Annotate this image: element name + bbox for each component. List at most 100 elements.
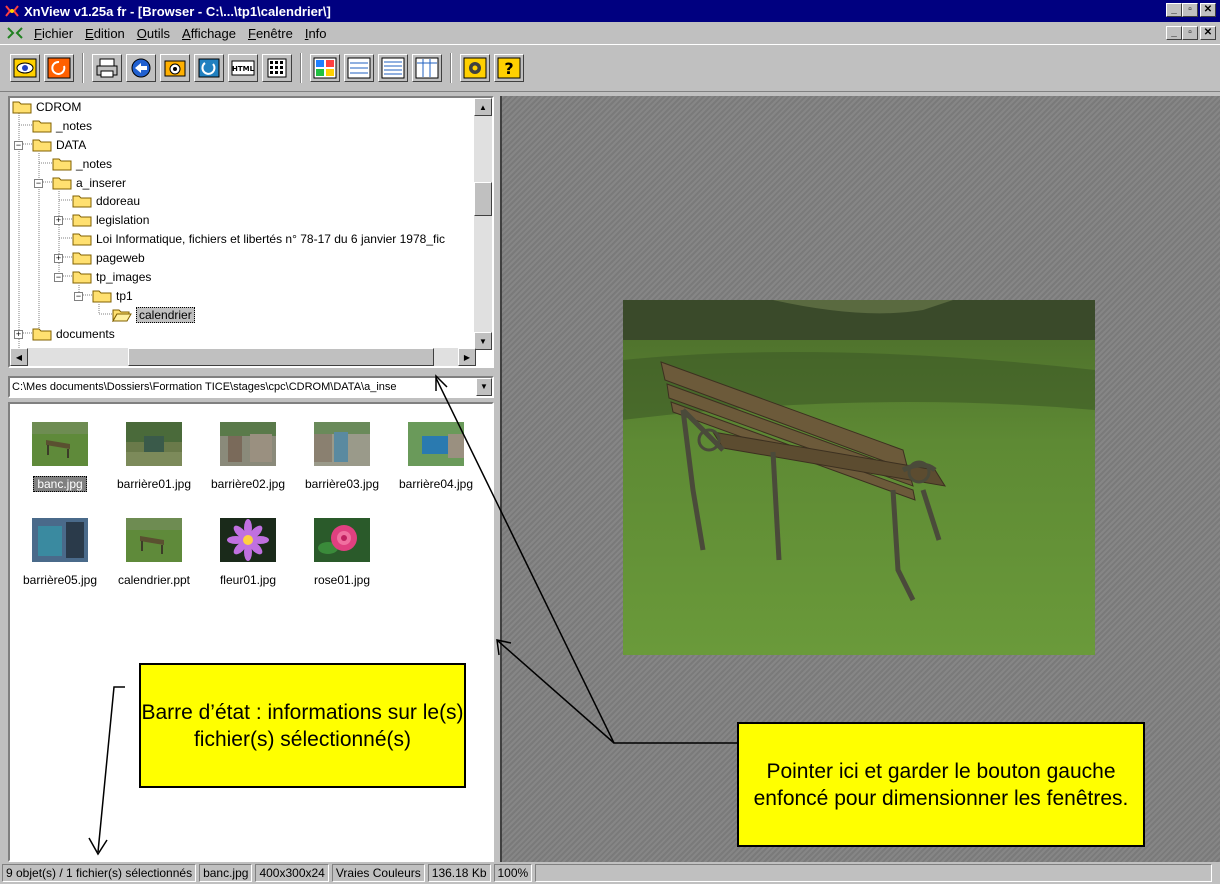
doc-minimize-button[interactable]: _ xyxy=(1166,26,1182,40)
file-name: fleur01.jpg xyxy=(219,573,277,587)
folder-icon xyxy=(32,120,52,133)
scroll-thumb[interactable] xyxy=(128,348,434,366)
folder-tree[interactable]: CDROM _notes − DATA _notes − a_inserer d… xyxy=(8,96,494,368)
convert-icon xyxy=(131,58,151,78)
contact-sheet-icon xyxy=(267,58,287,78)
expand-toggle[interactable]: + xyxy=(14,329,23,339)
scroll-left-button[interactable]: ◀ xyxy=(10,348,28,366)
collapse-toggle[interactable]: − xyxy=(54,272,63,282)
tree-item-data[interactable]: − DATA xyxy=(14,136,86,154)
large-icons-view-button[interactable] xyxy=(310,54,340,82)
tree-item-notes[interactable]: _notes xyxy=(52,155,112,173)
tree-item-legislation[interactable]: + legislation xyxy=(54,211,149,229)
tree-item-tp1[interactable]: − tp1 xyxy=(74,287,133,305)
file-item-barriere02[interactable]: barrière02.jpg xyxy=(200,422,296,491)
toolbar-separator xyxy=(300,53,302,83)
convert-button[interactable] xyxy=(126,54,156,82)
path-dropdown-button[interactable]: ▼ xyxy=(476,378,492,396)
status-file-size: 136.18 Kb xyxy=(427,864,491,882)
tree-item-notes[interactable]: _notes xyxy=(32,117,92,135)
scroll-thumb[interactable] xyxy=(474,182,492,216)
menu-affichage[interactable]: Affichage xyxy=(176,26,242,41)
html-icon: HTML xyxy=(231,60,255,76)
file-item-calendrier-ppt[interactable]: calendrier.ppt xyxy=(106,518,202,587)
tree-item-ddoreau[interactable]: ddoreau xyxy=(72,192,140,210)
large-icons-view-icon xyxy=(313,57,337,79)
chevron-down-icon: ▼ xyxy=(480,382,488,391)
folder-icon xyxy=(92,290,112,303)
tree-item-calendrier[interactable]: calendrier xyxy=(112,306,195,324)
tree-item-tp-images[interactable]: − tp_images xyxy=(54,268,151,286)
menu-outils[interactable]: Outils xyxy=(131,26,176,41)
thumbnail-rose xyxy=(314,518,370,562)
slideshow-button[interactable] xyxy=(194,54,224,82)
tree-item-a-inserer[interactable]: − a_inserer xyxy=(34,174,126,192)
thumbnail-bench xyxy=(126,518,182,562)
settings-button[interactable] xyxy=(460,54,490,82)
status-filename: banc.jpg xyxy=(199,864,253,882)
thumbnail-gate xyxy=(220,422,276,466)
file-item-rose01[interactable]: rose01.jpg xyxy=(294,518,390,587)
file-name: barrière01.jpg xyxy=(116,477,192,491)
list-view-icon xyxy=(381,57,405,79)
close-button[interactable]: ✕ xyxy=(1200,3,1216,17)
file-item-fleur01[interactable]: fleur01.jpg xyxy=(200,518,296,587)
view-button[interactable] xyxy=(10,54,40,82)
refresh-button[interactable] xyxy=(44,54,74,82)
path-input[interactable]: C:\Mes documents\Dossiers\Formation TICE… xyxy=(10,381,476,393)
expand-toggle[interactable]: + xyxy=(54,253,63,263)
help-icon: ? xyxy=(497,57,521,79)
doc-close-button[interactable]: ✕ xyxy=(1200,26,1216,40)
tree-item-documents[interactable]: + documents xyxy=(14,325,115,343)
slideshow-icon xyxy=(198,58,220,78)
html-export-button[interactable]: HTML xyxy=(228,54,258,82)
print-button[interactable] xyxy=(92,54,122,82)
help-button[interactable]: ? xyxy=(494,54,524,82)
tree-item-cdrom[interactable]: CDROM xyxy=(12,98,81,116)
status-dimensions: 400x300x24 xyxy=(255,864,329,882)
folder-icon xyxy=(72,233,92,246)
file-item-barriere01[interactable]: barrière01.jpg xyxy=(106,422,202,491)
folder-icon xyxy=(32,139,52,152)
scroll-down-button[interactable]: ▼ xyxy=(474,332,492,350)
tree-item-loi-informatique[interactable]: Loi Informatique, fichiers et libertés n… xyxy=(72,230,445,248)
maximize-button[interactable]: ▫ xyxy=(1182,3,1198,17)
menu-fenetre[interactable]: Fenêtre xyxy=(242,26,299,41)
file-item-barriere03[interactable]: barrière03.jpg xyxy=(294,422,390,491)
small-icons-view-button[interactable] xyxy=(344,54,374,82)
file-name: banc.jpg xyxy=(33,476,87,492)
tree-vertical-scrollbar[interactable]: ▲ ▼ xyxy=(474,98,492,350)
expand-toggle[interactable]: + xyxy=(54,215,63,225)
capture-button[interactable] xyxy=(160,54,190,82)
collapse-toggle[interactable]: − xyxy=(14,140,23,150)
folder-icon xyxy=(72,195,92,208)
file-list[interactable]: banc.jpg barrière01.jpg barrière02.jpg b… xyxy=(8,402,494,862)
file-item-barriere04[interactable]: barrière04.jpg xyxy=(388,422,484,491)
contact-sheet-button[interactable] xyxy=(262,54,292,82)
tree-item-pageweb[interactable]: + pageweb xyxy=(54,249,145,267)
callout-status-bar: Barre d’état : informations sur le(s) fi… xyxy=(139,663,466,788)
menu-edition[interactable]: Edition xyxy=(79,26,131,41)
scroll-right-button[interactable]: ▶ xyxy=(458,348,476,366)
details-view-button[interactable] xyxy=(412,54,442,82)
small-icons-view-icon xyxy=(347,57,371,79)
folder-icon xyxy=(72,271,92,284)
menu-info[interactable]: Info xyxy=(299,26,333,41)
xnview-app-icon[interactable] xyxy=(4,3,20,19)
document-menu-icon[interactable] xyxy=(6,24,24,42)
thumbnail-gate xyxy=(126,422,182,466)
scroll-up-button[interactable]: ▲ xyxy=(474,98,492,116)
file-name: barrière02.jpg xyxy=(210,477,286,491)
arrow-up-icon: ▲ xyxy=(479,102,487,112)
minimize-button[interactable]: _ xyxy=(1166,3,1182,17)
collapse-toggle[interactable]: − xyxy=(34,178,43,188)
menu-fichier[interactable]: Fichier xyxy=(28,26,79,41)
file-item-banc[interactable]: banc.jpg xyxy=(12,422,108,492)
doc-restore-button[interactable]: ▫ xyxy=(1182,26,1198,40)
thumbnail-gate xyxy=(314,422,370,466)
file-item-barriere05[interactable]: barrière05.jpg xyxy=(12,518,108,587)
list-view-button[interactable] xyxy=(378,54,408,82)
path-combobox[interactable]: C:\Mes documents\Dossiers\Formation TICE… xyxy=(8,376,494,398)
collapse-toggle[interactable]: − xyxy=(74,291,83,301)
tree-horizontal-scrollbar[interactable]: ◀ ▶ xyxy=(10,348,476,366)
